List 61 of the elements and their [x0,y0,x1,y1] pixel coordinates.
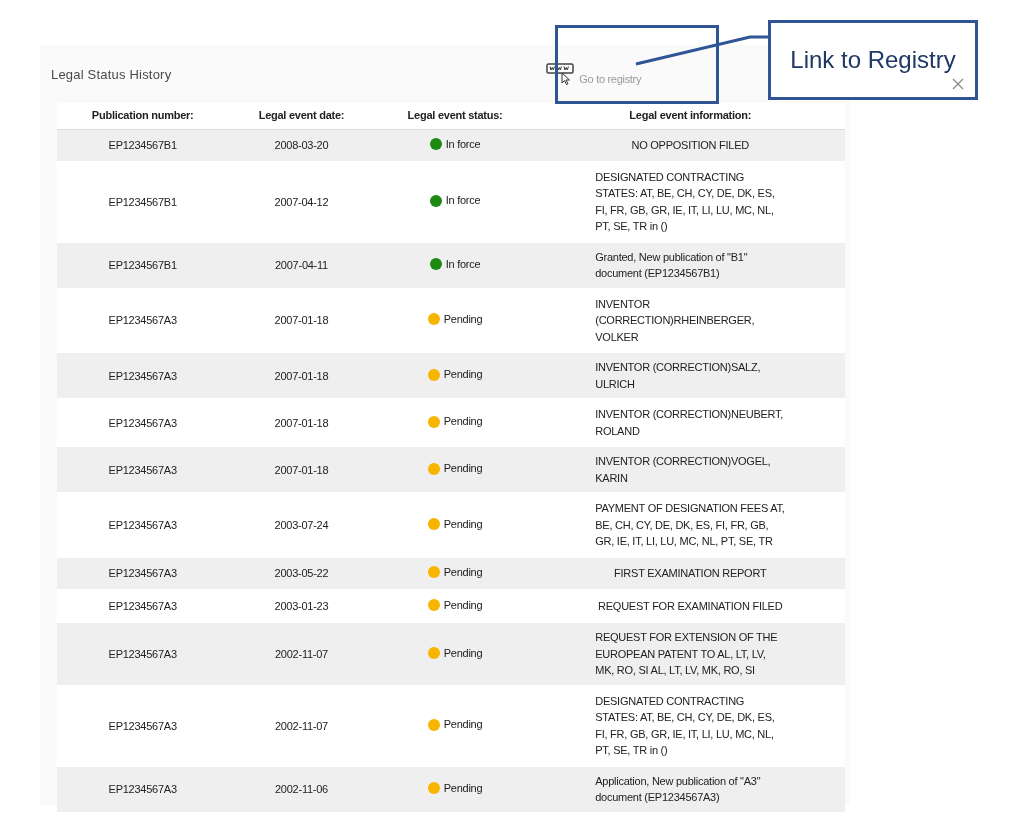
status-label: Pending [443,516,483,532]
table-cell: EP1234567B1 [57,241,229,289]
registry-link[interactable]: Go to registry [546,63,642,85]
table-cell: EP1234567B1 [57,129,229,162]
table-cell: 2003-07-24 [228,493,375,557]
status-label: Pending [443,717,483,733]
status-label: Pending [443,564,483,580]
table-cell: 2007-01-18 [228,288,375,353]
table-cell: 2002-11-06 [228,765,375,813]
column-header: Legal event status: [374,103,536,130]
event-information: FIRST EXAMINATION REPORT [614,565,767,581]
status-label: Pending [443,780,483,796]
status-label: Pending [443,414,483,430]
status-label: In force [445,256,481,272]
table-cell: 2007-04-12 [228,161,375,242]
status-label: Pending [443,367,483,383]
event-information: Granted, New publication of "B1" document (EP1234567B1) [595,249,749,282]
event-information: NO OPPOSITION FILED [631,138,749,154]
event-information: PAYMENT OF DESIGNATION FEES AT, BE, CH, CY, DE, DK, ES, FI, FR, GB, GR, IE, IT, LI, LU, MC, NL, PT, SE, TR [595,501,786,550]
table-cell: 2003-01-23 [228,589,375,623]
event-information: Application, New publication of "A3" document (EP1234567A3) [595,773,762,806]
status-label: Pending [443,597,483,613]
column-header: Legal event date: [228,103,375,130]
table-cell: 2007-01-18 [228,352,375,400]
event-information: INVENTOR (CORRECTION)VOGEL, KARIN [595,454,772,486]
column-header: Legal event information: [535,103,845,130]
close-icon[interactable] [952,78,964,90]
www-cursor-icon [546,63,577,85]
status-label: Pending [443,645,483,661]
table-cell: EP1234567A3 [57,399,229,447]
table-cell: EP1234567A3 [57,622,229,686]
table-cell: EP1234567A3 [57,589,229,623]
event-information: DESIGNATED CONTRACTING STATES: AT, BE, CH, CY, DE, DK, ES, FI, FR, GB, GR, IE, IT, LI, LU, MC, NL, PT, SE, TR in () [595,693,776,759]
table-cell: 2003-05-22 [228,556,375,590]
status-label: In force [445,193,481,209]
table-cell: EP1234567A3 [57,765,229,813]
status-label: Pending [443,461,483,477]
column-header: Publication number: [57,103,229,130]
status-label: In force [445,137,481,152]
table-cell: EP1234567A3 [57,556,229,590]
event-information: INVENTOR (CORRECTION)RHEINBERGER, VOLKER [595,296,756,345]
table-cell: EP1234567A3 [57,493,229,557]
table-cell: 2007-04-11 [228,241,375,289]
event-information: REQUEST FOR EXTENSION OF THE EUROPEAN PATENT TO AL, LT, LV, MK, RO, SI AL, LT, LV, MK, RO, SI [595,630,779,679]
status-label: Pending [443,312,483,328]
table-cell: 2008-03-20 [228,129,375,162]
table-cell: 2007-01-18 [228,446,375,494]
table-cell: 2007-01-18 [228,399,375,447]
event-information: INVENTOR (CORRECTION)NEUBERT, ROLAND [595,407,785,439]
event-information: DESIGNATED CONTRACTING STATES: AT, BE, CH, CY, DE, DK, ES, FI, FR, GB, GR, IE, IT, LI, LU, MC, NL, PT, SE, TR in () [595,169,776,235]
table-cell: EP1234567A3 [57,352,229,400]
table-cell: 2002-11-07 [228,622,375,686]
table-cell: EP1234567A3 [57,685,229,766]
event-information: REQUEST FOR EXAMINATION FILED [598,598,783,614]
table-cell: EP1234567B1 [57,161,229,242]
callout-text: Link to Registry [790,46,956,74]
table-cell: 2002-11-07 [228,685,375,766]
panel-title: Legal Status History [51,66,172,82]
table-cell: EP1234567A3 [57,288,229,353]
table-cell: EP1234567A3 [57,446,229,494]
event-information: INVENTOR (CORRECTION)SALZ, ULRICH [595,360,762,392]
